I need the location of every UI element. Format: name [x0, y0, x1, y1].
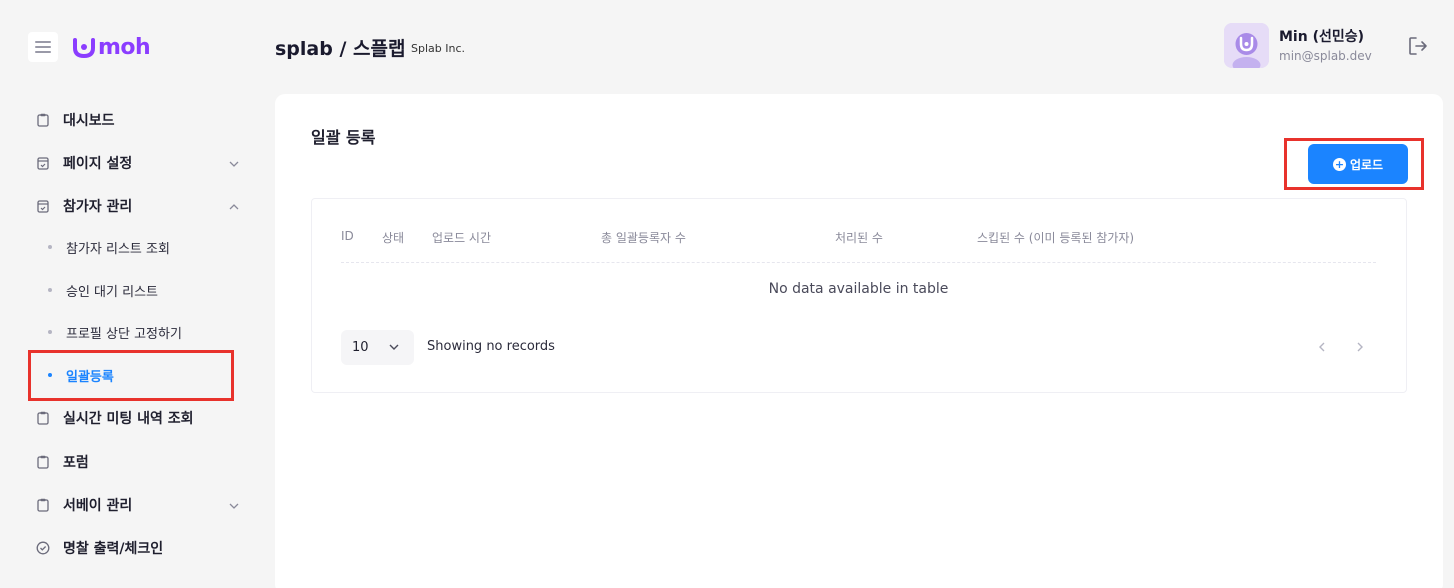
logout-button[interactable]: [1406, 34, 1430, 58]
sidebar-item-label: 명찰 출력/체크인: [63, 541, 164, 557]
empty-table-message: No data available in table: [768, 281, 949, 297]
bullet-icon: [48, 288, 52, 292]
records-info: Showing no records: [427, 339, 555, 354]
check-circle-icon: [36, 540, 50, 556]
column-header-skipped-count[interactable]: 스킵된 수 (이미 등록된 참가자): [977, 229, 1134, 246]
logout-icon: [1409, 37, 1427, 55]
sidebar-item-survey[interactable]: 서베이 관리: [36, 493, 132, 517]
sidebar-item-badge-checkin[interactable]: 명찰 출력/체크인: [36, 536, 163, 560]
sidebar-item-label: 실시간 미팅 내역 조회: [63, 411, 194, 427]
previous-page-button[interactable]: [1315, 340, 1329, 354]
sidebar-item-label: 참가자 관리: [63, 199, 133, 215]
sidebar-subitem-label: 프로필 상단 고정하기: [66, 326, 182, 342]
calendar-check-icon: [36, 198, 50, 214]
avatar[interactable]: [1224, 23, 1269, 68]
plus-circle-icon: +: [1332, 157, 1346, 171]
sidebar-subitem-pending-list[interactable]: 승인 대기 리스트: [48, 279, 158, 301]
sidebar-item-forum[interactable]: 포럼: [36, 450, 89, 474]
table-header-divider: [341, 262, 1376, 263]
column-header-processed-count[interactable]: 처리된 수: [835, 229, 883, 246]
sidebar-subitem-participant-list[interactable]: 참가자 리스트 조회: [48, 236, 170, 258]
sidebar-item-label: 포럼: [63, 455, 89, 471]
sidebar-item-label: 대시보드: [63, 113, 115, 129]
brand-logo[interactable]: moh: [72, 32, 151, 62]
next-page-button[interactable]: [1353, 340, 1367, 354]
logo-mark-icon: [73, 38, 95, 59]
menu-icon: [35, 41, 51, 53]
calendar-check-icon: [36, 155, 50, 171]
clipboard-icon: [36, 410, 50, 426]
sidebar-item-page-settings[interactable]: 페이지 설정: [36, 151, 132, 175]
sidebar-subitem-pin-profile[interactable]: 프로필 상단 고정하기: [48, 321, 182, 343]
upload-button[interactable]: + 업로드: [1308, 144, 1408, 184]
column-header-id[interactable]: ID: [341, 229, 354, 243]
chevron-down-icon: [389, 344, 399, 350]
bullet-icon: [48, 245, 52, 249]
column-header-status[interactable]: 상태: [382, 229, 404, 246]
clipboard-icon: [36, 497, 50, 513]
menu-toggle-button[interactable]: [28, 32, 58, 62]
sidebar-item-label: 페이지 설정: [63, 156, 133, 172]
sidebar-subitem-label: 승인 대기 리스트: [66, 284, 158, 300]
chevron-down-icon[interactable]: [228, 500, 240, 512]
sidebar-item-meeting-history[interactable]: 실시간 미팅 내역 조회: [36, 406, 194, 430]
upload-button-label: 업로드: [1349, 157, 1384, 172]
clipboard-icon: [36, 454, 50, 470]
logo-text: moh: [98, 34, 151, 60]
column-header-upload-time[interactable]: 업로드 시간: [432, 229, 491, 246]
user-name: Min (선민승): [1279, 29, 1365, 45]
sidebar-subitem-bulk-register[interactable]: 일괄등록: [48, 364, 114, 386]
org-subtitle: Splab Inc.: [411, 42, 466, 55]
sidebar-subitem-label: 일괄등록: [66, 369, 114, 385]
page-size-value: 10: [352, 340, 369, 355]
chevron-down-icon[interactable]: [228, 158, 240, 170]
page-title: splab / 스플랩: [275, 38, 406, 60]
clipboard-icon: [36, 112, 50, 128]
column-header-total-count[interactable]: 총 일괄등록자 수: [601, 229, 686, 246]
chevron-up-icon[interactable]: [228, 201, 240, 213]
bullet-icon: [48, 330, 52, 334]
user-avatar-icon: [1224, 23, 1269, 68]
user-email: min@splab.dev: [1279, 49, 1372, 63]
sidebar-item-participants[interactable]: 참가자 관리: [36, 194, 132, 218]
card-title: 일괄 등록: [311, 128, 376, 147]
sidebar-item-label: 서베이 관리: [63, 498, 133, 514]
bullet-icon: [48, 373, 52, 377]
sidebar-subitem-label: 참가자 리스트 조회: [66, 241, 170, 257]
sidebar-item-dashboard[interactable]: 대시보드: [36, 108, 115, 132]
page-size-select[interactable]: 10: [341, 330, 414, 365]
